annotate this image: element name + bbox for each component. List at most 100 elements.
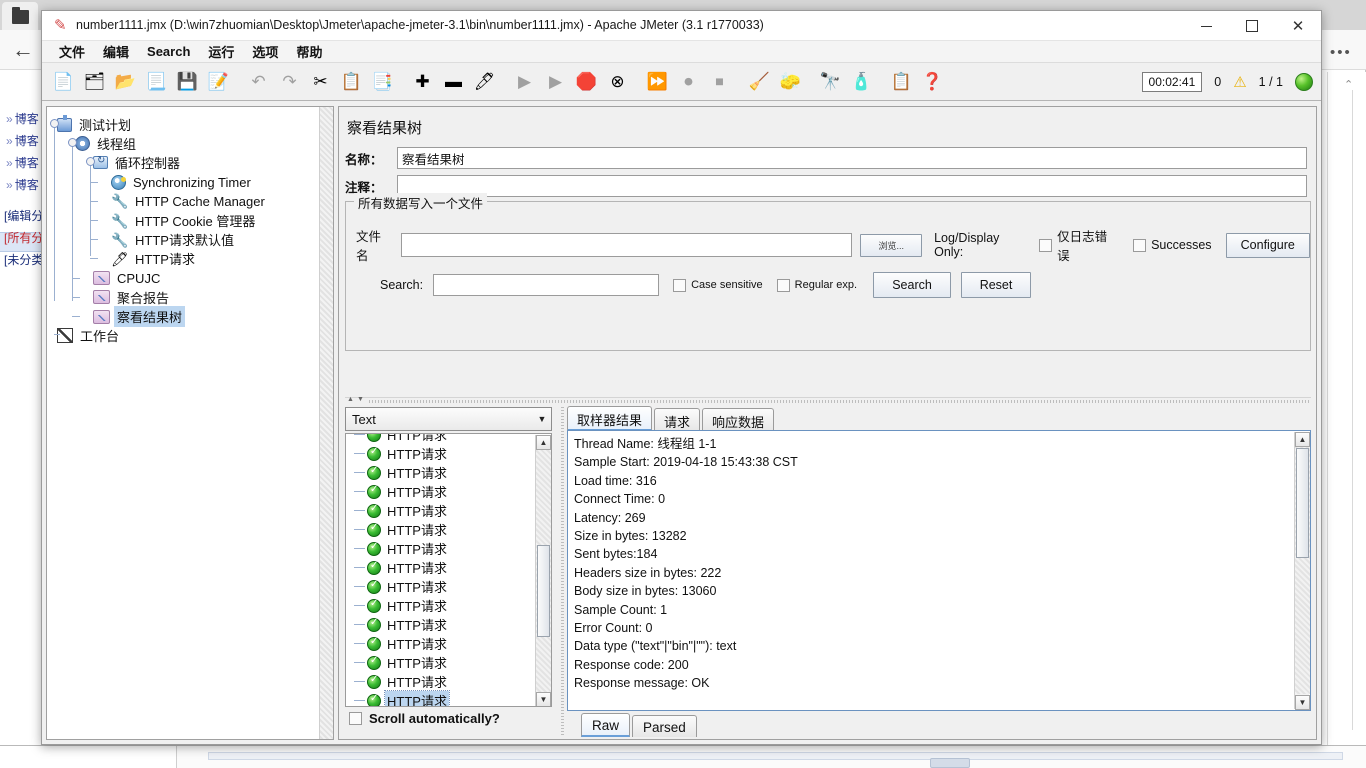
blog-link[interactable]: » 博客 xyxy=(6,110,39,127)
list-item[interactable]: HTTP请求 xyxy=(346,444,551,463)
list-item[interactable]: HTTP请求 xyxy=(346,596,551,615)
results-scrollbar-vertical[interactable]: ▲ ▼ xyxy=(535,435,551,706)
start-no-pauses-button[interactable]: ▶ xyxy=(540,68,571,96)
scroll-down-arrow[interactable]: ▼ xyxy=(536,692,551,706)
category-link[interactable]: [未分类 xyxy=(4,251,43,268)
blog-link[interactable]: » 博客 xyxy=(6,154,39,171)
tree-node[interactable]: 🔧 HTTP Cookie 管理器 xyxy=(111,211,258,230)
menu-search[interactable]: Search xyxy=(138,42,199,61)
stop-button[interactable]: 🛑 xyxy=(571,68,602,96)
tree-node[interactable]: 🔧 HTTP Cache Manager xyxy=(111,192,268,211)
menu-help[interactable]: 帮助 xyxy=(287,40,331,63)
menu-run[interactable]: 运行 xyxy=(199,40,243,63)
list-item[interactable]: HTTP请求 xyxy=(346,501,551,520)
remote-start-all-button[interactable]: ⏩ xyxy=(642,68,673,96)
search-button[interactable]: 🔭 xyxy=(815,68,846,96)
successes-checkbox[interactable]: Successes xyxy=(1133,238,1212,252)
save-button[interactable]: 💾 xyxy=(172,68,203,96)
tab-request[interactable]: 请求 xyxy=(654,408,701,431)
menu-edit[interactable]: 编辑 xyxy=(94,40,138,63)
case-sensitive-checkbox[interactable]: Case sensitive xyxy=(673,278,763,292)
remote-stop-all-button[interactable]: ⏺ xyxy=(673,68,704,96)
shutdown-button[interactable]: ⊗ xyxy=(602,68,633,96)
tree-node[interactable]: 察看结果树 xyxy=(93,306,186,327)
scroll-up-arrow[interactable]: ▲ xyxy=(536,435,551,450)
close-button[interactable]: 📃 xyxy=(141,68,172,96)
split-divider[interactable] xyxy=(345,396,1311,405)
scroll-automatically-checkbox[interactable]: Scroll automatically? xyxy=(349,711,500,726)
renderer-combobox[interactable]: Text ▼ xyxy=(345,407,552,431)
tree-node[interactable]: 线程组 xyxy=(75,134,139,153)
tree-expand-handle-testplan[interactable] xyxy=(50,119,59,128)
list-item[interactable]: HTTP请求 xyxy=(346,690,551,706)
tree-node[interactable]: 🖊 HTTP请求 xyxy=(111,249,198,268)
toggle-button[interactable]: 🖊 xyxy=(469,68,500,96)
list-item[interactable]: HTTP请求 xyxy=(346,577,551,596)
list-item[interactable]: HTTP请求 xyxy=(346,482,551,501)
results-tree-list[interactable]: HTTP请求HTTP请求HTTP请求HTTP请求HTTP请求HTTP请求HTTP… xyxy=(345,433,552,707)
regular-exp-checkbox[interactable]: Regular exp. xyxy=(776,278,857,292)
new-button[interactable]: 📄 xyxy=(48,68,79,96)
more-dots-icon[interactable]: ••• xyxy=(1330,44,1352,61)
list-item[interactable]: HTTP请求 xyxy=(346,539,551,558)
tree-node[interactable]: 工作台 xyxy=(57,326,122,345)
name-input[interactable] xyxy=(397,147,1307,169)
scroll-thumb[interactable] xyxy=(537,545,550,637)
tab-response-data[interactable]: 响应数据 xyxy=(702,408,775,431)
menu-file[interactable]: 文件 xyxy=(50,40,94,63)
search-button[interactable]: Search xyxy=(873,272,952,298)
warning-triangle-icon[interactable]: ⚠ xyxy=(1233,75,1246,90)
blog-link[interactable]: » 博客 xyxy=(6,176,39,193)
start-button[interactable]: ▶ xyxy=(509,68,540,96)
cut-button[interactable]: ✂ xyxy=(305,68,336,96)
list-item[interactable]: HTTP请求 xyxy=(346,463,551,482)
list-item[interactable]: HTTP请求 xyxy=(346,520,551,539)
list-item[interactable]: HTTP请求 xyxy=(346,434,551,444)
redo-button[interactable]: ↷ xyxy=(274,68,305,96)
errors-only-checkbox[interactable]: 仅日志错误 xyxy=(1039,226,1119,264)
list-item[interactable]: HTTP请求 xyxy=(346,634,551,653)
clear-button[interactable]: 🧹 xyxy=(744,68,775,96)
detail-scrollbar-vertical[interactable]: ▲ ▼ xyxy=(1294,432,1310,710)
category-link[interactable]: [编辑分 xyxy=(4,207,43,224)
browser-tab[interactable] xyxy=(2,2,38,30)
tab-raw[interactable]: Raw xyxy=(581,713,631,737)
menu-options[interactable]: 选项 xyxy=(243,40,287,63)
tab-parsed[interactable]: Parsed xyxy=(632,715,697,737)
collapse-all-button[interactable]: ▬ xyxy=(438,68,469,96)
tab-sampler-result[interactable]: 取样器结果 xyxy=(567,406,653,431)
list-item[interactable]: HTTP请求 xyxy=(346,615,551,634)
test-plan-tree[interactable]: 测试计划线程组循环控制器Synchronizing Timer🔧HTTP Cac… xyxy=(46,106,334,740)
copy-button[interactable]: 📋 xyxy=(336,68,367,96)
reset-button[interactable]: Reset xyxy=(961,272,1032,298)
comment-input[interactable] xyxy=(397,175,1307,197)
tree-scrollbar-vertical[interactable] xyxy=(319,107,333,739)
help-button[interactable]: ❓ xyxy=(917,68,948,96)
filename-input[interactable] xyxy=(401,233,853,257)
sampler-result-textarea[interactable]: Thread Name: 线程组 1-1 Sample Start: 2019-… xyxy=(567,430,1311,711)
blog-link[interactable]: » 博客 xyxy=(6,132,39,149)
list-item[interactable]: HTTP请求 xyxy=(346,653,551,672)
function-helper-button[interactable]: 📋 xyxy=(886,68,917,96)
minimize-button[interactable] xyxy=(1183,11,1229,41)
scroll-up-arrow[interactable]: ▲ xyxy=(1295,432,1310,447)
scroll-down-arrow[interactable]: ▼ xyxy=(1295,695,1310,710)
taskbar-scrollbar[interactable] xyxy=(208,752,1343,760)
expand-all-button[interactable]: ✚ xyxy=(407,68,438,96)
tree-node[interactable]: 测试计划 xyxy=(57,114,134,134)
paste-button[interactable]: 📑 xyxy=(367,68,398,96)
open-button[interactable]: 📂 xyxy=(110,68,141,96)
list-item[interactable]: HTTP请求 xyxy=(346,672,551,691)
browse-button[interactable]: 浏览... xyxy=(860,233,923,257)
configure-button[interactable]: Configure xyxy=(1225,232,1310,258)
undo-button[interactable]: ↶ xyxy=(243,68,274,96)
close-button[interactable]: ✕ xyxy=(1275,11,1321,41)
remote-shutdown-all-button[interactable]: ⏹ xyxy=(704,68,735,96)
clear-all-button[interactable]: 🧽 xyxy=(775,68,806,96)
tree-node[interactable]: 🔧 HTTP请求默认值 xyxy=(111,230,237,249)
save-as-button[interactable]: 📝 xyxy=(203,68,234,96)
tree-node[interactable]: 循环控制器 xyxy=(93,153,183,172)
scroll-thumb[interactable] xyxy=(1296,448,1309,558)
inner-split-divider[interactable] xyxy=(557,407,567,735)
back-arrow-icon[interactable]: ← xyxy=(10,38,36,64)
